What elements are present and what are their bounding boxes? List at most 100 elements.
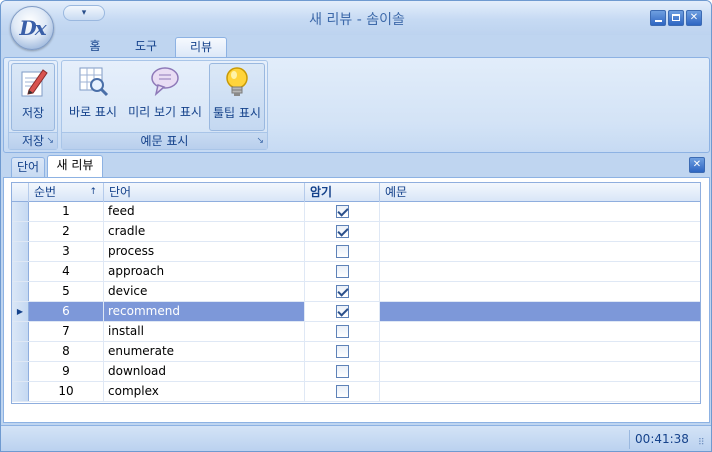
- status-bar: 00:41:38 ⠿: [1, 425, 711, 451]
- memorized-checkbox[interactable]: [336, 325, 349, 338]
- memorized-checkbox[interactable]: [336, 205, 349, 218]
- row-number-cell[interactable]: 4: [29, 262, 104, 281]
- example-cell[interactable]: [380, 342, 700, 361]
- row-selector[interactable]: [12, 242, 29, 261]
- application-menu-button[interactable]: Dx: [10, 6, 54, 50]
- table-row[interactable]: 10 complex: [12, 382, 700, 402]
- row-number-cell[interactable]: 8: [29, 342, 104, 361]
- ribbon-tab-tools[interactable]: 도구: [123, 37, 169, 57]
- ribbon-group-example: 바로 표시 미리 보기 표시 툴팁 표시 예문 표시 ↘: [61, 60, 268, 150]
- table-row[interactable]: 9 download: [12, 362, 700, 382]
- row-selector[interactable]: ▶: [12, 302, 29, 321]
- table-row[interactable]: 3 process: [12, 242, 700, 262]
- example-cell[interactable]: [380, 282, 700, 301]
- column-header-num[interactable]: 순번 ↑: [29, 183, 104, 202]
- column-num-label: 순번: [34, 185, 57, 199]
- close-tab-button[interactable]: ✕: [689, 157, 705, 173]
- tab-new-review[interactable]: 새 리뷰: [47, 155, 103, 177]
- row-selector[interactable]: [12, 382, 29, 401]
- row-selector[interactable]: [12, 322, 29, 341]
- review-grid[interactable]: 순번 ↑ 단어 암기 예문 1 feed 2 cradle 3 process 4 appro…: [11, 182, 701, 404]
- ribbon-tab-review[interactable]: 리뷰: [175, 37, 227, 57]
- table-row[interactable]: ▶ 6 recommend: [12, 302, 700, 322]
- example-cell[interactable]: [380, 302, 700, 321]
- word-cell[interactable]: download: [104, 362, 305, 381]
- memorized-checkbox[interactable]: [336, 385, 349, 398]
- word-cell[interactable]: feed: [104, 202, 305, 221]
- grid-magnifier-icon: [79, 67, 109, 97]
- table-row[interactable]: 5 device: [12, 282, 700, 302]
- memorized-checkbox[interactable]: [336, 265, 349, 278]
- memorized-cell: [305, 322, 380, 341]
- example-cell[interactable]: [380, 262, 700, 281]
- example-cell[interactable]: [380, 202, 700, 221]
- tab-words[interactable]: 단어: [11, 157, 45, 177]
- show-direct-button[interactable]: 바로 표시: [64, 63, 122, 131]
- ribbon-tab-home[interactable]: 홈: [75, 37, 115, 57]
- table-row[interactable]: 8 enumerate: [12, 342, 700, 362]
- memorized-checkbox[interactable]: [336, 365, 349, 378]
- example-cell[interactable]: [380, 362, 700, 381]
- row-selector[interactable]: [12, 362, 29, 381]
- row-selector[interactable]: [12, 262, 29, 281]
- ribbon-panel: 저장 저장 ↘ 바로 표시 미리 보기 표시 툴팁 표시 예문 표시 ↘: [3, 57, 710, 153]
- example-cell[interactable]: [380, 382, 700, 401]
- word-cell[interactable]: install: [104, 322, 305, 341]
- row-number-cell[interactable]: 1: [29, 202, 104, 221]
- word-cell[interactable]: approach: [104, 262, 305, 281]
- save-group-title: 저장: [21, 134, 45, 148]
- table-row[interactable]: 1 feed: [12, 202, 700, 222]
- example-group-label: 예문 표시: [62, 132, 267, 149]
- review-content-area: 순번 ↑ 단어 암기 예문 1 feed 2 cradle 3 process 4 appro…: [3, 177, 710, 423]
- example-group-launcher-icon[interactable]: ↘: [256, 136, 264, 146]
- row-selector[interactable]: [12, 202, 29, 221]
- word-cell[interactable]: device: [104, 282, 305, 301]
- word-cell[interactable]: enumerate: [104, 342, 305, 361]
- memorized-cell: [305, 382, 380, 401]
- save-button[interactable]: 저장: [11, 63, 55, 131]
- memorized-checkbox[interactable]: [336, 245, 349, 258]
- word-cell[interactable]: process: [104, 242, 305, 261]
- memorized-checkbox[interactable]: [336, 285, 349, 298]
- row-number-cell[interactable]: 9: [29, 362, 104, 381]
- window-title: 새 리뷰 - 솜이솔: [309, 12, 405, 28]
- row-number-cell[interactable]: 6: [29, 302, 104, 321]
- memorized-checkbox[interactable]: [336, 305, 349, 318]
- column-header-example[interactable]: 예문: [380, 183, 700, 202]
- column-header-memorized[interactable]: 암기: [305, 183, 380, 202]
- row-number-cell[interactable]: 7: [29, 322, 104, 341]
- row-selector[interactable]: [12, 222, 29, 241]
- row-number-cell[interactable]: 5: [29, 282, 104, 301]
- table-row[interactable]: 7 install: [12, 322, 700, 342]
- title-bar[interactable]: ▾ 새 리뷰 - 솜이솔 ✕: [1, 1, 711, 35]
- example-cell[interactable]: [380, 322, 700, 341]
- save-group-launcher-icon[interactable]: ↘: [46, 136, 54, 146]
- word-cell[interactable]: cradle: [104, 222, 305, 241]
- minimize-icon: [654, 20, 662, 22]
- column-header-word[interactable]: 단어: [104, 183, 305, 202]
- memorized-checkbox[interactable]: [336, 345, 349, 358]
- close-window-button[interactable]: ✕: [686, 10, 702, 26]
- example-cell[interactable]: [380, 242, 700, 261]
- row-selector[interactable]: [12, 342, 29, 361]
- row-number-cell[interactable]: 3: [29, 242, 104, 261]
- show-tooltip-button[interactable]: 툴팁 표시: [209, 63, 265, 131]
- row-number-cell[interactable]: 10: [29, 382, 104, 401]
- word-cell[interactable]: complex: [104, 382, 305, 401]
- row-number-cell[interactable]: 2: [29, 222, 104, 241]
- resize-grip-icon[interactable]: ⠿: [698, 438, 705, 448]
- pencil-paper-icon: [21, 69, 48, 97]
- row-selector-header[interactable]: [12, 183, 29, 202]
- memorized-cell: [305, 262, 380, 281]
- maximize-button[interactable]: [668, 10, 684, 26]
- show-preview-button[interactable]: 미리 보기 표시: [124, 63, 206, 131]
- table-row[interactable]: 4 approach: [12, 262, 700, 282]
- minimize-button[interactable]: [650, 10, 666, 26]
- example-cell[interactable]: [380, 222, 700, 241]
- ribbon-tab-bar: 홈 도구 리뷰: [1, 35, 711, 57]
- ribbon-group-save: 저장 저장 ↘: [8, 60, 58, 150]
- memorized-checkbox[interactable]: [336, 225, 349, 238]
- table-row[interactable]: 2 cradle: [12, 222, 700, 242]
- row-selector[interactable]: [12, 282, 29, 301]
- word-cell[interactable]: recommend: [104, 302, 305, 321]
